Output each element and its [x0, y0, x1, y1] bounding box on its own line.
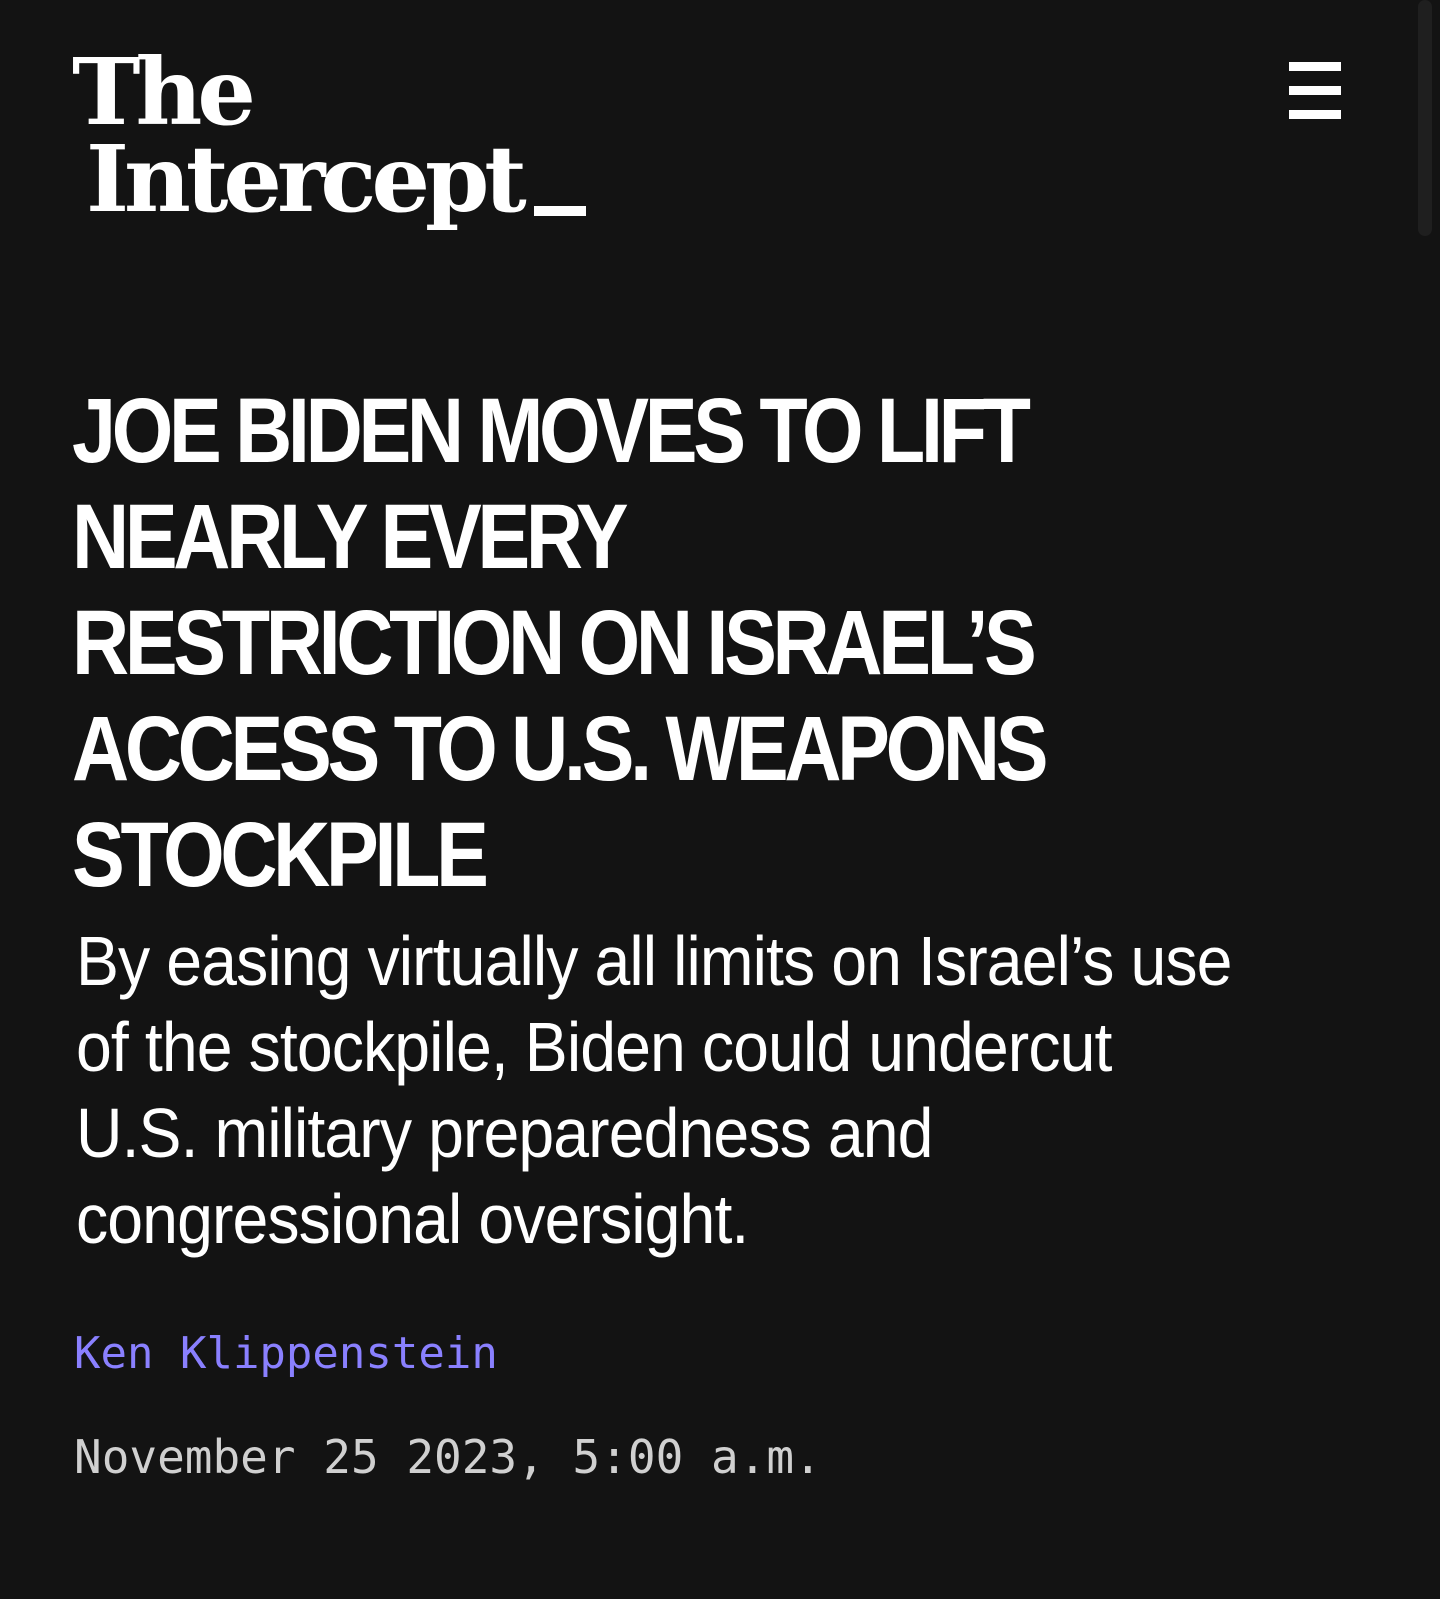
dek-line-2: of the stockpile, Biden could undercut [76, 1008, 1112, 1086]
headline-line-5: STOCKPILE [72, 804, 489, 906]
author-link[interactable]: Ken Klippenstein [74, 1326, 498, 1382]
article-dek: By easing virtually all limits on Israel… [76, 918, 1272, 1262]
headline-line-4: ACCESS TO U.S. WEAPONS [72, 698, 1049, 800]
dek-line-1: By easing virtually all limits on Israel… [76, 922, 1232, 1000]
headline-line-3: RESTRICTION ON ISRAEL’S [72, 592, 1037, 694]
scrollbar-thumb[interactable] [1418, 0, 1432, 236]
article-headline: JOE BIDEN MOVES TO LIFT NEARLY EVERY RES… [72, 378, 1190, 908]
hamburger-menu-icon[interactable] [1289, 62, 1343, 120]
logo-underscore-mark [534, 206, 586, 216]
headline-line-1: JOE BIDEN MOVES TO LIFT [72, 380, 1031, 482]
dek-line-4: congressional oversight. [76, 1180, 749, 1258]
menu-bar-bottom [1289, 110, 1341, 119]
publish-date: November 25 2023, 5:00 a.m. [74, 1430, 822, 1484]
headline-line-2: NEARLY EVERY [72, 486, 629, 588]
logo-line-intercept: Intercept [86, 125, 527, 233]
dek-line-3: U.S. military preparedness and [76, 1094, 933, 1172]
site-logo[interactable]: The Intercept [72, 46, 612, 236]
article-page: The Intercept JOE BIDEN MOVES TO LIFT NE… [0, 0, 1440, 1599]
menu-bar-top [1289, 62, 1341, 71]
menu-bar-middle [1289, 86, 1341, 95]
